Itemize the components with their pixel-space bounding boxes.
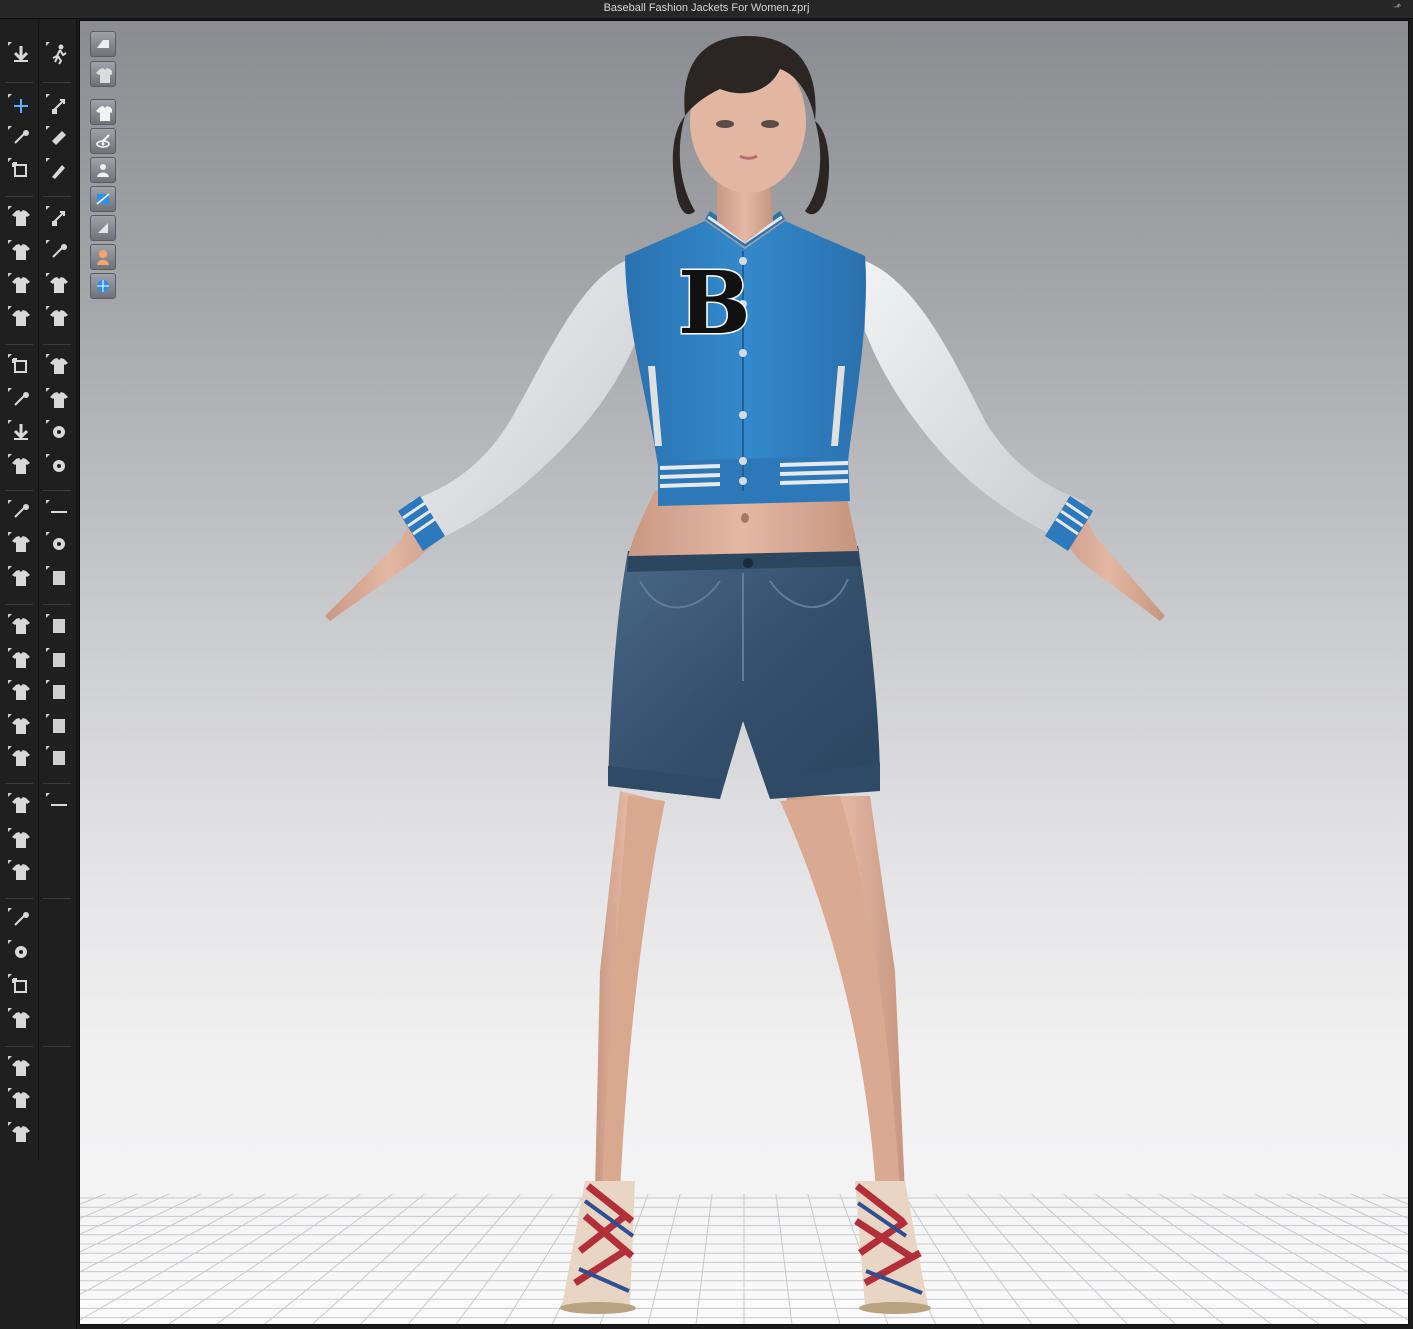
- window-title: Baseball Fashion Jackets For Women.zprj: [603, 2, 810, 14]
- view-globe-icon[interactable]: [90, 273, 116, 299]
- toolbar-separator: [5, 1046, 33, 1047]
- fold-arrangement-icon[interactable]: [6, 205, 36, 231]
- button-icon[interactable]: [44, 353, 74, 379]
- shirt-icon[interactable]: [6, 859, 36, 885]
- garment-icon[interactable]: [6, 239, 36, 265]
- square-icon[interactable]: [44, 647, 74, 673]
- title-bar: Baseball Fashion Jackets For Women.zprj …: [0, 0, 1413, 19]
- topstitch-icon[interactable]: [44, 387, 74, 413]
- graphic-icon[interactable]: [44, 305, 74, 331]
- toolbar-separator: [5, 898, 33, 899]
- measure-circumference-icon[interactable]: [44, 745, 74, 771]
- avatar-model[interactable]: B: [80, 21, 1409, 1325]
- left-sandal: [560, 1181, 636, 1314]
- transform-pattern-icon[interactable]: [6, 157, 36, 183]
- toolbar-separator: [43, 344, 71, 345]
- left-toolbar: [0, 20, 77, 1329]
- shrink-icon[interactable]: [44, 713, 74, 739]
- shirt-layer-icon[interactable]: [6, 499, 36, 525]
- shirt-front-icon[interactable]: [6, 565, 36, 591]
- fold-icon[interactable]: [44, 419, 74, 445]
- view-eye-icon[interactable]: [90, 128, 116, 154]
- strengthen-down-icon[interactable]: [44, 679, 74, 705]
- view-avatar-visibility-icon[interactable]: [90, 157, 116, 183]
- vest-icon[interactable]: [6, 613, 36, 639]
- right-sandal: [854, 1181, 931, 1314]
- block-icon[interactable]: [44, 565, 74, 591]
- edit-mesh-icon[interactable]: [44, 125, 74, 151]
- sew-icon[interactable]: [6, 353, 36, 379]
- toolbar-separator: [5, 783, 33, 784]
- view-shirt-icon[interactable]: [90, 61, 116, 87]
- toolbar-separator: [5, 196, 33, 197]
- edit-pattern-icon[interactable]: [6, 125, 36, 151]
- pin-icon[interactable]: [44, 157, 74, 183]
- toolbar-separator: [43, 1046, 71, 1047]
- toolbar-separator: [43, 196, 71, 197]
- animation-run-icon[interactable]: [44, 41, 74, 67]
- toolbar-separator: [43, 783, 71, 784]
- flip-icon[interactable]: [44, 272, 74, 298]
- edit-pattern-icon[interactable]: [6, 1087, 36, 1113]
- line-icon[interactable]: [6, 419, 36, 445]
- select-move-icon[interactable]: [6, 93, 36, 119]
- fit-map-icon[interactable]: [44, 792, 74, 818]
- block-small-icon[interactable]: [44, 613, 74, 639]
- zipper-icon[interactable]: [6, 387, 36, 413]
- toolbar-separator: [5, 604, 33, 605]
- edit-mesh-icon[interactable]: [6, 1121, 36, 1147]
- ruler-icon[interactable]: [6, 792, 36, 818]
- layer-icon[interactable]: [6, 713, 36, 739]
- jacket-letter: B: [678, 253, 751, 354]
- shirt-edit-icon[interactable]: [6, 272, 36, 298]
- fitting-icon[interactable]: [6, 531, 36, 557]
- 3d-viewport[interactable]: B: [79, 20, 1409, 1325]
- brain-icon[interactable]: [6, 907, 36, 933]
- tshirt-icon[interactable]: [6, 827, 36, 853]
- puckering-icon[interactable]: [44, 499, 74, 525]
- tack-icon[interactable]: [44, 205, 74, 231]
- toolbar-divider: [38, 20, 39, 1160]
- view-texture-icon[interactable]: [90, 31, 116, 57]
- avatar-measure-icon[interactable]: [44, 239, 74, 265]
- maximize-icon[interactable]: ⬏: [1391, 2, 1403, 14]
- toolbar-separator: [5, 344, 33, 345]
- denim-shorts: [608, 546, 880, 799]
- toolbar-separator: [5, 82, 33, 83]
- select-move-icon[interactable]: [6, 1007, 36, 1033]
- select-mesh-icon[interactable]: [6, 1055, 36, 1081]
- view-garment-icon[interactable]: [90, 99, 116, 125]
- cloth-icon[interactable]: [44, 531, 74, 557]
- animation-run-icon[interactable]: [6, 973, 36, 999]
- baseball-jacket: B: [625, 211, 867, 506]
- trim-icon[interactable]: [44, 453, 74, 479]
- view-solid-icon[interactable]: [90, 215, 116, 241]
- lock-icon[interactable]: [6, 453, 36, 479]
- simulation-icon[interactable]: [6, 41, 36, 67]
- measure-arc-icon[interactable]: [6, 745, 36, 771]
- avatar-icon[interactable]: [6, 647, 36, 673]
- view-skin-icon[interactable]: [90, 244, 116, 270]
- simulation-icon[interactable]: [6, 939, 36, 965]
- toolbar-separator: [43, 490, 71, 491]
- view-fabric-icon[interactable]: [90, 186, 116, 212]
- select-mesh-icon[interactable]: [44, 93, 74, 119]
- toolbar-separator: [43, 898, 71, 899]
- toolbar-separator: [43, 604, 71, 605]
- toolbar-separator: [5, 490, 33, 491]
- texture-edit-icon[interactable]: [6, 305, 36, 331]
- toolbar-separator: [43, 82, 71, 83]
- strengthen-up-icon[interactable]: [6, 679, 36, 705]
